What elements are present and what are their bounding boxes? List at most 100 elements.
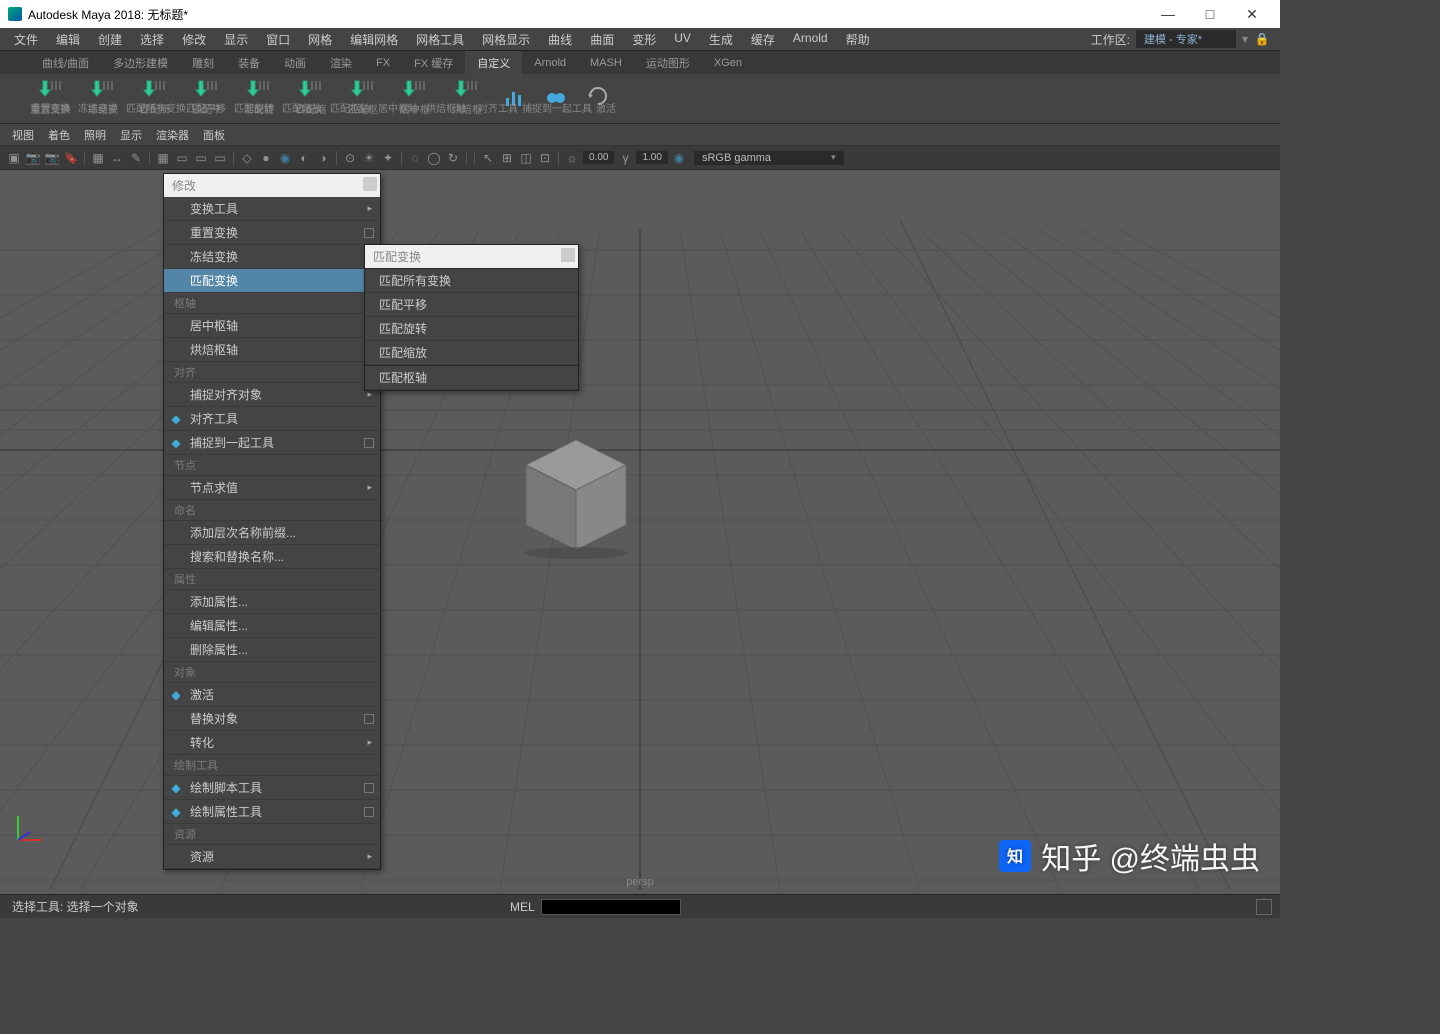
menu-网格工具[interactable]: 网格工具 [408, 29, 472, 50]
ctx-item-匹配变换[interactable]: 匹配变换▸ [164, 269, 380, 293]
ctx2-item-匹配缩放[interactable]: 匹配缩放 [365, 341, 578, 365]
ctx-item-激活[interactable]: ◆激活 [164, 683, 380, 707]
menu-文件[interactable]: 文件 [6, 29, 46, 50]
vt-xray-icon[interactable]: ◌ [407, 150, 423, 166]
ctx-item-替换对象[interactable]: 替换对象 [164, 707, 380, 731]
shelf-tab-动画[interactable]: 动画 [272, 51, 318, 75]
shelf-tab-曲线/曲面[interactable]: 曲线/曲面 [30, 51, 101, 75]
menu-窗口[interactable]: 窗口 [258, 29, 298, 50]
vt-bookmark-icon[interactable]: 🔖 [63, 150, 79, 166]
vt-smooth-shade-icon[interactable]: ● [258, 150, 274, 166]
vt-cam2-icon[interactable]: 📷 [44, 150, 60, 166]
vt-cam1-icon[interactable]: 📷 [25, 150, 41, 166]
option-box-icon[interactable] [364, 438, 374, 448]
vt-use-lights-icon[interactable]: ◐ [296, 150, 312, 166]
ctx2-item-匹配平移[interactable]: 匹配平移 [365, 293, 578, 317]
ctx-item-绘制脚本工具[interactable]: ◆绘制脚本工具 [164, 776, 380, 800]
ctx-item-节点求值[interactable]: 节点求值▸ [164, 476, 380, 500]
status-script-editor-icon[interactable] [1256, 899, 1272, 915]
menu-选择[interactable]: 选择 [132, 29, 172, 50]
viewport-menu-渲染器[interactable]: 渲染器 [156, 127, 189, 143]
workspace-dropdown-icon[interactable]: ▾ [1242, 32, 1248, 46]
menu-网格显示[interactable]: 网格显示 [474, 29, 538, 50]
vt-shadows-icon[interactable]: ◑ [315, 150, 331, 166]
ctx-item-搜索和替换名称...[interactable]: 搜索和替换名称... [164, 545, 380, 569]
viewport-menu-视图[interactable]: 视图 [12, 127, 34, 143]
ctx2-close-icon[interactable] [561, 248, 575, 262]
ctx-item-重置变换[interactable]: 重置变换 [164, 221, 380, 245]
menu-编辑[interactable]: 编辑 [48, 29, 88, 50]
lock-icon[interactable]: 🔒 [1254, 31, 1270, 47]
shelf-tab-自定义[interactable]: 自定义 [465, 51, 522, 75]
vt-light2-icon[interactable]: ✦ [380, 150, 396, 166]
viewport-menu-着色[interactable]: 着色 [48, 127, 70, 143]
option-box-icon[interactable] [364, 807, 374, 817]
menu-显示[interactable]: 显示 [216, 29, 256, 50]
vt-grid-icon[interactable]: ▦ [155, 150, 171, 166]
vt-isolate-icon[interactable]: ⊙ [342, 150, 358, 166]
viewport-menu-面板[interactable]: 面板 [203, 127, 225, 143]
vt-exposure-value[interactable]: 0.00 [583, 151, 614, 164]
menu-曲线[interactable]: 曲线 [540, 29, 580, 50]
vt-2d-pan-icon[interactable]: ↔ [109, 150, 125, 166]
minimize-button[interactable]: — [1148, 2, 1188, 26]
option-box-icon[interactable] [364, 783, 374, 793]
vt-gamma-combo[interactable]: sRGB gamma [694, 151, 844, 165]
vt-textured-icon[interactable]: ◉ [277, 150, 293, 166]
ctx-item-变换工具[interactable]: 变换工具▸ [164, 197, 380, 221]
vt-ptr-icon[interactable]: ↖ [480, 150, 496, 166]
shelf-tab-渲染[interactable]: 渲染 [318, 51, 364, 75]
shelf-tab-雕刻[interactable]: 雕刻 [180, 51, 226, 75]
vt-motion-icon[interactable]: ↻ [445, 150, 461, 166]
menu-Arnold[interactable]: Arnold [785, 29, 836, 50]
vt-gamma-value[interactable]: 1.00 [636, 151, 667, 164]
ctx-item-绘制属性工具[interactable]: ◆绘制属性工具 [164, 800, 380, 824]
menu-修改[interactable]: 修改 [174, 29, 214, 50]
vt-grease-icon[interactable]: ✎ [128, 150, 144, 166]
menu-网格[interactable]: 网格 [300, 29, 340, 50]
menu-生成[interactable]: 生成 [701, 29, 741, 50]
close-button[interactable]: ✕ [1232, 2, 1272, 26]
menu-帮助[interactable]: 帮助 [838, 29, 878, 50]
menu-曲面[interactable]: 曲面 [582, 29, 622, 50]
shelf-tab-FX 缓存[interactable]: FX 缓存 [402, 51, 465, 75]
ctx2-item-匹配旋转[interactable]: 匹配旋转 [365, 317, 578, 341]
cube-mesh[interactable] [516, 430, 636, 560]
vt-exposure-icon[interactable]: ☼ [564, 150, 580, 166]
ctx-item-删除属性...[interactable]: 删除属性... [164, 638, 380, 662]
ctx2-item-匹配所有变换[interactable]: 匹配所有变换 [365, 268, 578, 293]
ctx2-item-匹配枢轴[interactable]: 匹配枢轴 [365, 365, 578, 390]
menu-变形[interactable]: 变形 [624, 29, 664, 50]
viewport-menu-显示[interactable]: 显示 [120, 127, 142, 143]
menu-创建[interactable]: 创建 [90, 29, 130, 50]
vt-xray-joints-icon[interactable]: ◯ [426, 150, 442, 166]
ctx-item-捕捉对齐对象[interactable]: 捕捉对齐对象▸ [164, 383, 380, 407]
ctx-item-烘焙枢轴[interactable]: 烘焙枢轴 [164, 338, 380, 362]
vt-snap3-icon[interactable]: ⊡ [537, 150, 553, 166]
vt-snap2-icon[interactable]: ◫ [518, 150, 534, 166]
vt-select-camera-icon[interactable]: ▣ [6, 150, 22, 166]
option-box-icon[interactable] [364, 714, 374, 724]
viewport-menu-照明[interactable]: 照明 [84, 127, 106, 143]
shelf-tab-Arnold[interactable]: Arnold [522, 53, 578, 73]
vt-wireframe-icon[interactable]: ◇ [239, 150, 255, 166]
option-box-icon[interactable] [364, 228, 374, 238]
ctx-item-添加层次名称前缀...[interactable]: 添加层次名称前缀... [164, 521, 380, 545]
ctx-item-资源[interactable]: 资源▸ [164, 845, 380, 869]
ctx-item-居中枢轴[interactable]: 居中枢轴 [164, 314, 380, 338]
ctx-item-冻结变换[interactable]: 冻结变换 [164, 245, 380, 269]
vt-film-gate-icon[interactable]: ▭ [174, 150, 190, 166]
menu-UV[interactable]: UV [666, 29, 699, 50]
ctx-item-添加属性...[interactable]: 添加属性... [164, 590, 380, 614]
vt-colorspace-icon[interactable]: ◉ [671, 150, 687, 166]
shelf-tab-装备[interactable]: 装备 [226, 51, 272, 75]
vt-light1-icon[interactable]: ☀ [361, 150, 377, 166]
vt-gamma-icon[interactable]: γ [617, 150, 633, 166]
vt-image-plane-icon[interactable]: ▦ [90, 150, 106, 166]
vt-snap1-icon[interactable]: ⊞ [499, 150, 515, 166]
menu-缓存[interactable]: 缓存 [743, 29, 783, 50]
shelf-tab-FX[interactable]: FX [364, 53, 402, 73]
ctx-close-icon[interactable] [363, 177, 377, 191]
menu-编辑网格[interactable]: 编辑网格 [342, 29, 406, 50]
shelf-tab-XGen[interactable]: XGen [702, 53, 754, 73]
